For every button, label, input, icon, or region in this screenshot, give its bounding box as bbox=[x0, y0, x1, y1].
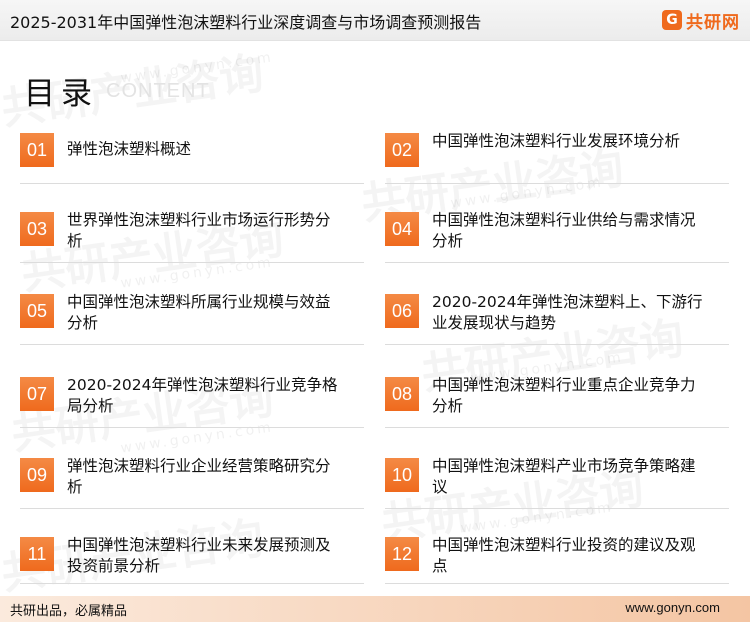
header-bar: 2025-2031年中国弹性泡沫塑料行业深度调查与市场调查预测报告 G 共研网 bbox=[0, 0, 750, 41]
toc-item-03[interactable]: 03 世界弹性泡沫塑料行业市场运行形势分析 bbox=[20, 211, 364, 264]
toc-item-05[interactable]: 05 中国弹性泡沫塑料所属行业规模与效益分析 bbox=[20, 293, 364, 346]
toc-item-number: 11 bbox=[20, 537, 54, 571]
toc-item-label: 中国弹性泡沫塑料行业供给与需求情况分析 bbox=[432, 211, 696, 250]
toc-item-number: 09 bbox=[20, 458, 54, 492]
toc-item-06[interactable]: 06 2020-2024年弹性泡沫塑料上、下游行业发展现状与趋势 bbox=[385, 293, 729, 346]
report-title: 2025-2031年中国弹性泡沫塑料行业深度调查与市场调查预测报告 bbox=[10, 13, 482, 32]
brand-logo[interactable]: G 共研网 bbox=[662, 8, 740, 33]
toc-item-label: 2020-2024年弹性泡沫塑料上、下游行业发展现状与趋势 bbox=[432, 293, 703, 332]
toc-item-09[interactable]: 09 弹性泡沫塑料行业企业经营策略研究分析 bbox=[20, 457, 364, 510]
toc-heading: 目录 bbox=[24, 76, 98, 112]
logo-icon: G bbox=[662, 10, 682, 30]
toc-item-07[interactable]: 07 2020-2024年弹性泡沫塑料行业竞争格局分析 bbox=[20, 376, 364, 429]
toc-item-label: 2020-2024年弹性泡沫塑料行业竞争格局分析 bbox=[67, 376, 338, 415]
toc-item-number: 07 bbox=[20, 377, 54, 411]
toc-item-11[interactable]: 11 中国弹性泡沫塑料行业未来发展预测及投资前景分析 bbox=[20, 536, 364, 589]
toc-item-number: 03 bbox=[20, 212, 54, 246]
toc-item-label: 中国弹性泡沫塑料行业重点企业竞争力分析 bbox=[432, 376, 696, 415]
toc-item-01[interactable]: 01 弹性泡沫塑料概述 bbox=[20, 133, 364, 185]
toc-item-divider bbox=[385, 583, 729, 584]
toc-item-divider bbox=[385, 183, 729, 184]
logo-text: 共研网 bbox=[686, 12, 740, 33]
toc-item-02[interactable]: 02 中国弹性泡沫塑料行业发展环境分析 bbox=[385, 132, 729, 185]
toc-item-number: 02 bbox=[385, 133, 419, 167]
footer-bar: 共研出品，必属精品 www.gonyn.com bbox=[0, 596, 750, 622]
toc-item-label: 中国弹性泡沫塑料行业投资的建议及观点 bbox=[432, 536, 696, 575]
toc-item-12[interactable]: 12 中国弹性泡沫塑料行业投资的建议及观点 bbox=[385, 536, 729, 589]
toc-item-label: 弹性泡沫塑料概述 bbox=[67, 140, 192, 158]
toc-item-divider bbox=[385, 344, 729, 345]
toc-item-number: 08 bbox=[385, 377, 419, 411]
toc-item-number: 01 bbox=[20, 133, 54, 167]
toc-item-divider bbox=[20, 183, 364, 184]
toc-item-divider bbox=[385, 508, 729, 509]
toc-item-number: 05 bbox=[20, 294, 54, 328]
toc-item-number: 12 bbox=[385, 537, 419, 571]
toc-item-label: 世界弹性泡沫塑料行业市场运行形势分析 bbox=[67, 211, 331, 250]
toc-item-divider bbox=[385, 427, 729, 428]
footer-slogan: 共研出品，必属精品 bbox=[10, 604, 128, 619]
toc-item-label: 中国弹性泡沫塑料行业发展环境分析 bbox=[432, 132, 681, 150]
toc-item-label: 中国弹性泡沫塑料所属行业规模与效益分析 bbox=[67, 293, 331, 332]
toc-item-10[interactable]: 10 中国弹性泡沫塑料产业市场竞争策略建议 bbox=[385, 457, 729, 510]
toc-item-08[interactable]: 08 中国弹性泡沫塑料行业重点企业竞争力分析 bbox=[385, 376, 729, 429]
toc-item-divider bbox=[385, 262, 729, 263]
toc-item-label: 中国弹性泡沫塑料行业未来发展预测及投资前景分析 bbox=[67, 536, 331, 575]
toc-item-divider bbox=[20, 508, 364, 509]
toc-item-04[interactable]: 04 中国弹性泡沫塑料行业供给与需求情况分析 bbox=[385, 211, 729, 264]
toc-heading-en: CONTENT bbox=[106, 80, 210, 102]
toc-item-divider bbox=[20, 344, 364, 345]
toc-item-number: 10 bbox=[385, 458, 419, 492]
toc-item-divider bbox=[20, 262, 364, 263]
toc-item-number: 06 bbox=[385, 294, 419, 328]
footer-website-link[interactable]: www.gonyn.com bbox=[625, 600, 720, 615]
toc-item-divider bbox=[20, 427, 364, 428]
toc-item-label: 弹性泡沫塑料行业企业经营策略研究分析 bbox=[67, 457, 331, 496]
toc-item-label: 中国弹性泡沫塑料产业市场竞争策略建议 bbox=[432, 457, 696, 496]
toc-item-number: 04 bbox=[385, 212, 419, 246]
toc-item-divider bbox=[20, 583, 364, 584]
